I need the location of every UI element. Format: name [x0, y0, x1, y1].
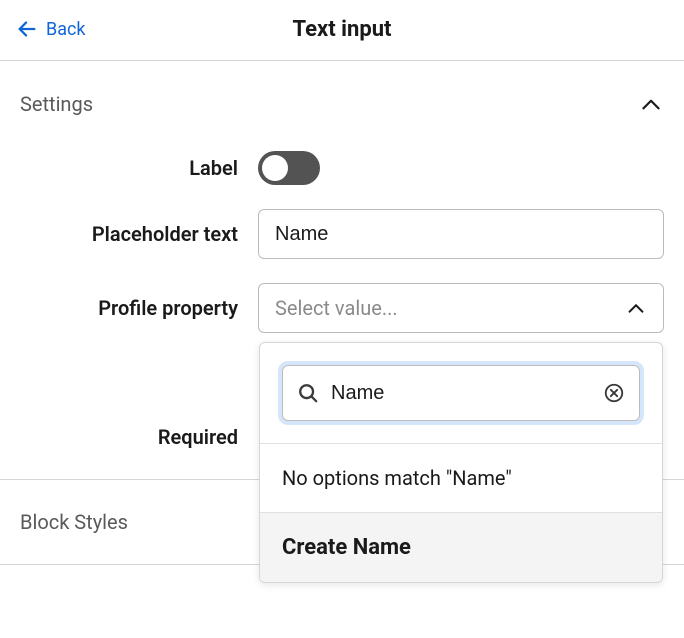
label-toggle[interactable]: [258, 151, 320, 185]
dropdown-search-input[interactable]: [331, 382, 603, 405]
back-label: Back: [46, 19, 86, 40]
create-option[interactable]: Create Name: [260, 513, 662, 582]
block-styles-title: Block Styles: [20, 510, 128, 534]
profile-property-dropdown: No options match "Name" Create Name: [259, 342, 663, 583]
no-options-message: No options match "Name": [260, 444, 662, 513]
settings-title: Settings: [20, 92, 93, 116]
chevron-up-icon: [638, 91, 664, 117]
placeholder-text-label: Placeholder text: [20, 222, 258, 246]
search-wrap: [282, 365, 640, 421]
profile-property-label: Profile property: [20, 296, 258, 320]
page-title: Text input: [293, 17, 392, 42]
profile-property-select[interactable]: Select value...: [258, 283, 664, 333]
chevron-up-icon: [625, 297, 647, 319]
required-label: Required: [20, 425, 258, 449]
label-field-label: Label: [20, 156, 258, 180]
placeholder-text-input[interactable]: [258, 209, 664, 259]
settings-section-header[interactable]: Settings: [0, 61, 684, 139]
toggle-knob: [262, 155, 288, 181]
clear-icon[interactable]: [603, 382, 625, 404]
arrow-left-icon: [16, 18, 38, 40]
select-placeholder: Select value...: [275, 296, 398, 320]
back-button[interactable]: Back: [16, 18, 86, 40]
search-icon: [297, 382, 319, 404]
